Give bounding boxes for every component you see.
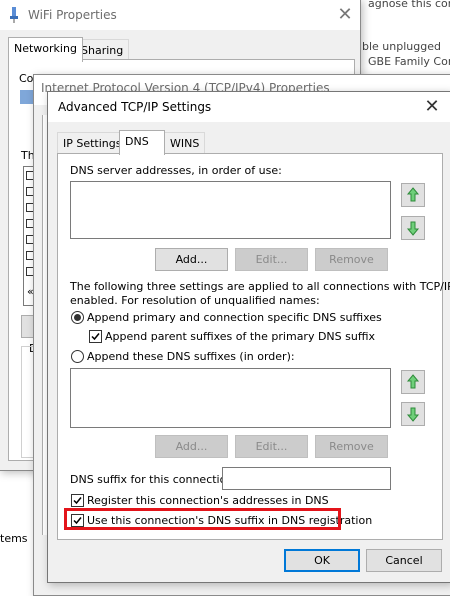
- check-append-parent[interactable]: [89, 330, 102, 343]
- dns-server-edit-button[interactable]: Edit...: [235, 248, 308, 271]
- check-append-parent-label[interactable]: Append parent suffixes of the primary DN…: [105, 330, 375, 343]
- green-down-arrow-icon: [406, 407, 420, 422]
- radio-append-these[interactable]: [71, 350, 84, 363]
- info-text-line-2: enabled. For resolution of unqualified n…: [70, 294, 320, 307]
- wifi-close-button[interactable]: ✕: [330, 3, 360, 27]
- ok-button[interactable]: OK: [284, 549, 360, 572]
- background-text-unplugged: ble unplugged: [362, 40, 441, 53]
- red-highlight-box: [64, 508, 341, 530]
- dns-suffix-input[interactable]: [222, 467, 391, 490]
- dns-suffixes-list[interactable]: [70, 368, 391, 428]
- tab-dns[interactable]: DNS: [119, 130, 165, 155]
- green-up-arrow-icon: [406, 374, 420, 389]
- tab-networking[interactable]: Networking: [8, 37, 83, 62]
- dns-suffix-edit-button[interactable]: Edit...: [235, 435, 308, 458]
- background-text-adapter: GBE Family Con: [368, 55, 450, 68]
- advanced-close-button[interactable]: ✕: [417, 95, 447, 119]
- checkmark-icon: [73, 497, 82, 505]
- radio-append-primary[interactable]: [71, 311, 84, 324]
- tab-ip-settings[interactable]: IP Settings: [57, 132, 128, 155]
- checkmark-icon: [91, 333, 100, 341]
- background-text-items: tems: [0, 532, 28, 545]
- adapter-icon: [20, 90, 34, 104]
- radio-append-primary-label[interactable]: Append primary and connection specific D…: [87, 311, 382, 324]
- tab-wins[interactable]: WINS: [164, 132, 206, 155]
- cancel-button[interactable]: Cancel: [366, 549, 442, 572]
- dns-suffix-move-up-button[interactable]: [401, 370, 425, 394]
- advanced-tcpip-dialog: Advanced TCP/IP Settings ✕ IP Settings D…: [47, 91, 450, 583]
- advanced-window-title: Advanced TCP/IP Settings: [58, 100, 212, 114]
- dns-servers-label: DNS server addresses, in order of use:: [70, 164, 282, 177]
- check-register-addresses-label[interactable]: Register this connection's addresses in …: [87, 494, 329, 507]
- dns-suffix-label: DNS suffix for this connection:: [70, 473, 238, 486]
- green-down-arrow-icon: [406, 221, 420, 236]
- dns-server-move-down-button[interactable]: [401, 216, 425, 240]
- dns-suffix-move-down-button[interactable]: [401, 402, 425, 426]
- radio-selected-dot: [74, 314, 81, 321]
- wifi-titlebar: WiFi Properties ✕: [0, 0, 360, 30]
- info-text-line-1: The following three settings are applied…: [70, 280, 450, 293]
- wifi-window-title: WiFi Properties: [28, 8, 117, 22]
- dns-suffix-remove-button[interactable]: Remove: [315, 435, 388, 458]
- dns-suffix-add-button[interactable]: Add...: [155, 435, 228, 458]
- advanced-titlebar: Advanced TCP/IP Settings ✕: [48, 92, 450, 122]
- wifi-adapter-icon: [9, 7, 19, 26]
- dns-server-remove-button[interactable]: Remove: [315, 248, 388, 271]
- dns-server-add-button[interactable]: Add...: [155, 248, 228, 271]
- dns-server-move-up-button[interactable]: [401, 183, 425, 207]
- green-up-arrow-icon: [406, 187, 420, 202]
- check-register-addresses[interactable]: [71, 494, 84, 507]
- radio-append-these-label[interactable]: Append these DNS suffixes (in order):: [87, 350, 295, 363]
- background-text-diagnose: agnose this conn: [368, 0, 450, 10]
- dns-servers-list[interactable]: [70, 181, 391, 239]
- dns-tab-panel: DNS server addresses, in order of use: A…: [57, 153, 450, 540]
